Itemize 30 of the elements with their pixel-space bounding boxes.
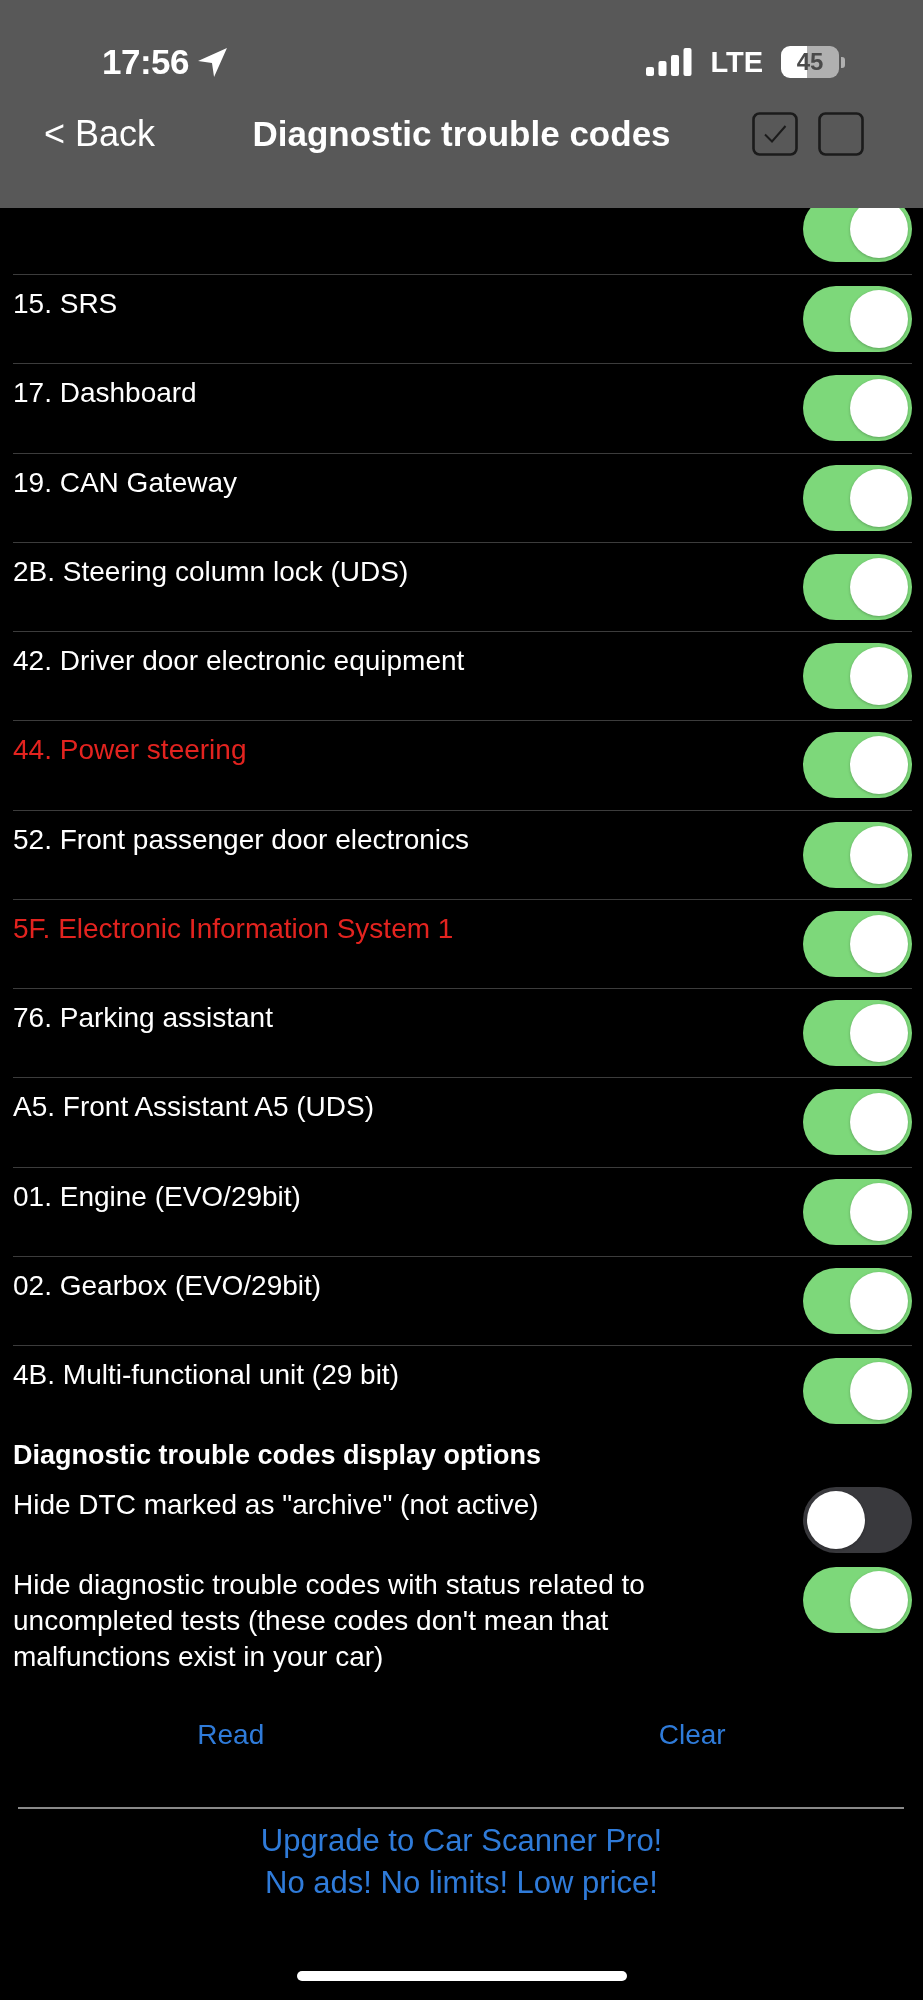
option-label: Hide DTC marked as "archive" (not active) [13, 1488, 539, 1523]
module-label: 76. Parking assistant [13, 1001, 273, 1035]
signal-icon [646, 48, 693, 76]
network-label: LTE [710, 46, 763, 78]
toggle-switch[interactable] [803, 208, 912, 262]
upgrade-banner-link[interactable]: Upgrade to Car Scanner Pro! No ads! No limits! Low price! [260, 1820, 663, 1905]
select-all-button[interactable] [752, 112, 798, 156]
module-label: 02. Gearbox (EVO/29bit) [13, 1268, 322, 1303]
module-label: A5. Front Assistant A5 (UDS) [13, 1090, 375, 1125]
module-label: 4B. Multi-functional unit (29 bit) [13, 1358, 399, 1392]
module-label: 5F. Electronic Information System 1 [13, 911, 454, 946]
option-label: Hide diagnostic trouble codes with status related to uncompleted tests (these codes don't mean that malfunctions exist in your car) [13, 1568, 646, 1675]
module-label: 2B. Steering column lock (UDS) [13, 554, 409, 589]
module-label: 15. SRS [13, 287, 118, 321]
module-label: 01. Engine (EVO/29bit) [13, 1179, 301, 1214]
back-button[interactable]: < Back [44, 112, 156, 156]
checked-box-icon [752, 112, 798, 156]
section-title: Diagnostic trouble codes display options [13, 1439, 543, 1473]
module-label: 19. CAN Gateway [13, 465, 238, 500]
module-label: 52. Front passenger door electronics [13, 822, 470, 857]
action-button[interactable]: Read [187, 1705, 275, 1766]
location-arrow-icon [197, 46, 229, 78]
module-label: 17. Dashboard [13, 376, 197, 411]
deselect-all-button[interactable] [818, 112, 864, 156]
module-label: 44. Power steering [13, 733, 247, 768]
module-label: 42. Driver door electronic equipment [13, 644, 465, 678]
screen-title: Diagnostic trouble codes [252, 113, 671, 155]
status-time: 17:56 [102, 42, 190, 82]
empty-box-icon [818, 112, 864, 156]
action-button[interactable]: Clear [648, 1705, 736, 1766]
